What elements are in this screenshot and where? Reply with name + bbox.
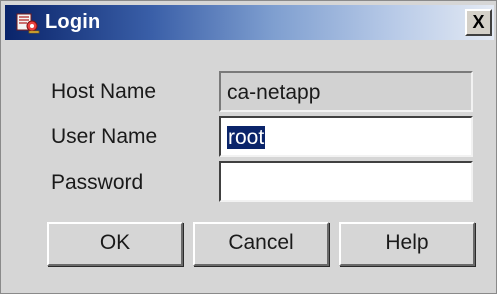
- host-name-field: ca-netapp: [219, 71, 473, 112]
- close-button[interactable]: X: [465, 9, 492, 36]
- cancel-button[interactable]: Cancel: [193, 222, 329, 266]
- password-label: Password: [51, 171, 144, 194]
- host-name-label: Host Name: [51, 80, 157, 103]
- title-bar[interactable]: Login X: [5, 5, 494, 40]
- password-input[interactable]: [219, 161, 473, 202]
- user-name-input[interactable]: root: [219, 116, 473, 157]
- cancel-button-label: Cancel: [228, 231, 294, 254]
- host-name-value: ca-netapp: [227, 81, 321, 104]
- ok-button-label: OK: [99, 231, 131, 254]
- help-button-label: Help: [385, 231, 429, 254]
- ok-button[interactable]: OK: [47, 222, 183, 266]
- user-name-value: root: [227, 126, 266, 149]
- close-icon: X: [472, 12, 485, 32]
- help-button[interactable]: Help: [339, 222, 475, 266]
- login-keys-icon: [16, 13, 40, 34]
- window-title: Login: [45, 11, 101, 33]
- login-dialog: Login X Host Name ca-netapp User Name ro…: [0, 0, 497, 294]
- user-name-label: User Name: [51, 125, 158, 148]
